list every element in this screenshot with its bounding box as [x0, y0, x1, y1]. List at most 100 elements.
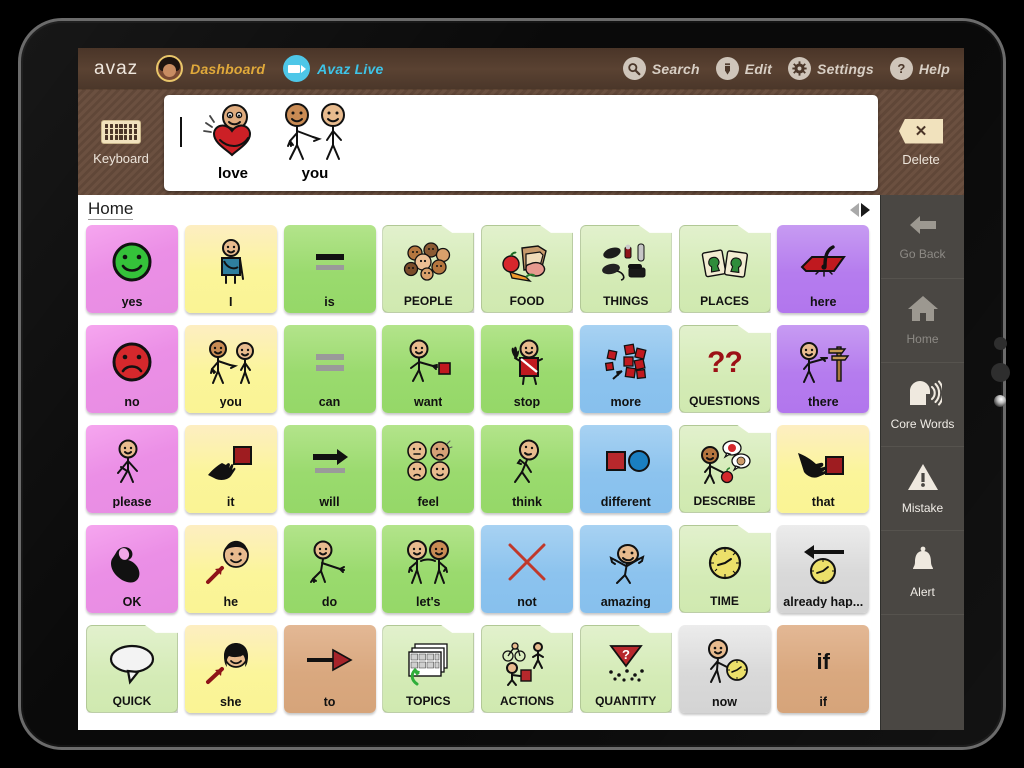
- sentence-word-I[interactable]: [172, 101, 190, 163]
- tile-not[interactable]: not: [481, 525, 573, 613]
- clock-icon: [680, 526, 770, 595]
- bezel-button-top[interactable]: [994, 337, 1007, 350]
- tile-label: can: [318, 395, 341, 408]
- tile-let-s[interactable]: let's: [382, 525, 475, 613]
- two-people-point-icon: [185, 325, 277, 396]
- hand-point-that-icon: [777, 425, 869, 496]
- nav-dashboard[interactable]: Dashboard: [156, 55, 265, 82]
- speaking-head-icon: [904, 379, 944, 412]
- tile-label: no: [124, 395, 140, 408]
- tile-i[interactable]: I: [184, 225, 277, 313]
- tile-no[interactable]: no: [86, 325, 178, 413]
- tile-label: think: [512, 495, 542, 508]
- tile-topics[interactable]: TOPICS: [382, 625, 475, 713]
- tile-questions[interactable]: ?? QUESTIONS: [678, 325, 771, 413]
- grid-cards-icon: [383, 626, 473, 695]
- person-do-icon: [284, 525, 376, 596]
- tile-think[interactable]: think: [481, 425, 573, 513]
- sidebar-item-home[interactable]: Home: [881, 279, 964, 363]
- avaz-logo[interactable]: avaz: [94, 58, 138, 80]
- keyboard-button[interactable]: Keyboard: [78, 119, 164, 166]
- boy-arrow-icon: [185, 525, 277, 596]
- tile-label: is: [324, 295, 335, 308]
- tile-there[interactable]: there: [777, 325, 870, 413]
- blocks-more-icon: [580, 325, 672, 396]
- sidebar-item-mistake[interactable]: Mistake: [881, 447, 964, 531]
- bell-icon: [909, 546, 937, 580]
- pencil-icon: [715, 57, 739, 80]
- speech-bubble-icon: [87, 626, 177, 695]
- sidebar-item-go-back[interactable]: Go Back: [881, 195, 964, 279]
- sidebar-item-alert[interactable]: Alert: [881, 531, 964, 615]
- person-describe-icon: [680, 426, 770, 495]
- tile-different[interactable]: different: [579, 425, 672, 513]
- page-prev-button[interactable]: [850, 203, 859, 217]
- tile-do[interactable]: do: [283, 525, 376, 613]
- tile-you[interactable]: you: [184, 325, 277, 413]
- here-mat-icon: [777, 225, 869, 296]
- tile-is[interactable]: is: [283, 225, 376, 313]
- nav-edit[interactable]: Edit: [715, 57, 772, 80]
- sentence-word-love[interactable]: love: [194, 101, 272, 182]
- tile-describe[interactable]: DESCRIBE: [678, 425, 771, 513]
- tile-label: do: [321, 595, 338, 608]
- tile-now[interactable]: now: [678, 625, 771, 713]
- tile-things[interactable]: THINGS: [579, 225, 672, 313]
- tile-places[interactable]: PLACES: [678, 225, 771, 313]
- nav-search[interactable]: Search: [622, 57, 700, 80]
- tile-more[interactable]: more: [579, 325, 672, 413]
- tile-label: please: [112, 495, 152, 508]
- tile-if[interactable]: if if: [777, 625, 870, 713]
- sidebar-item-core-words[interactable]: Core Words: [881, 363, 964, 447]
- nav-avaz-live[interactable]: Avaz Live: [283, 55, 383, 82]
- tile-label: will: [319, 495, 340, 508]
- tile-will[interactable]: will: [283, 425, 376, 513]
- tile-to[interactable]: to: [283, 625, 376, 713]
- tile-he[interactable]: he: [184, 525, 277, 613]
- red-x-icon: [481, 525, 573, 596]
- tile-already-hap[interactable]: already hap...: [777, 525, 870, 613]
- clock-arrow-left-icon: [777, 525, 869, 596]
- tile-amazing[interactable]: amazing: [579, 525, 672, 613]
- tile-people[interactable]: PEOPLE: [382, 225, 475, 313]
- tile-she[interactable]: she: [184, 625, 277, 713]
- tile-quick[interactable]: QUICK: [86, 625, 178, 713]
- person-self-icon: [185, 225, 277, 296]
- delete-button[interactable]: ✕ Delete: [878, 118, 964, 167]
- tile-quantity[interactable]: ? QUANTITY: [579, 625, 672, 713]
- bezel-button-middle[interactable]: [991, 363, 1010, 382]
- tile-label: it: [226, 495, 235, 508]
- home-icon: [907, 295, 939, 327]
- nav-search-label: Search: [651, 60, 700, 77]
- tile-can[interactable]: can: [283, 325, 376, 413]
- nav-help-label: Help: [918, 60, 950, 77]
- text-if-icon: if: [816, 649, 830, 675]
- person-stop-icon: [481, 325, 573, 396]
- main-body: Home yes Iis PEOPLE FOOD THINGS PLACES here no y…: [78, 195, 964, 730]
- delete-label: Delete: [902, 151, 940, 167]
- tile-please[interactable]: please: [86, 425, 178, 513]
- tile-stop[interactable]: stop: [481, 325, 573, 413]
- delete-icon: ✕: [899, 118, 943, 144]
- tile-here[interactable]: here: [777, 225, 870, 313]
- tile-food[interactable]: FOOD: [481, 225, 573, 313]
- sentence-word-you[interactable]: you: [276, 101, 354, 182]
- sentence-input-area[interactable]: love you: [164, 94, 878, 191]
- sidebar-item-mistake-label: Mistake: [901, 500, 944, 515]
- tile-that[interactable]: that: [777, 425, 870, 513]
- tile-want[interactable]: want: [382, 325, 475, 413]
- tile-time[interactable]: TIME: [678, 525, 771, 613]
- tile-yes[interactable]: yes: [86, 225, 178, 313]
- avatar[interactable]: [156, 55, 184, 82]
- nav-help[interactable]: ? Help: [889, 57, 950, 80]
- tile-actions[interactable]: ACTIONS: [481, 625, 573, 713]
- tile-ok[interactable]: OK: [86, 525, 178, 613]
- nav-settings[interactable]: Settings: [788, 57, 874, 80]
- tile-feel[interactable]: feel: [382, 425, 475, 513]
- equals-bar-icon: [284, 225, 376, 296]
- page-next-button[interactable]: [861, 203, 870, 217]
- question-marks-icon: ??: [707, 345, 743, 379]
- tile-label: TIME: [710, 595, 739, 607]
- tile-label: she: [219, 695, 242, 708]
- tile-it[interactable]: it: [184, 425, 277, 513]
